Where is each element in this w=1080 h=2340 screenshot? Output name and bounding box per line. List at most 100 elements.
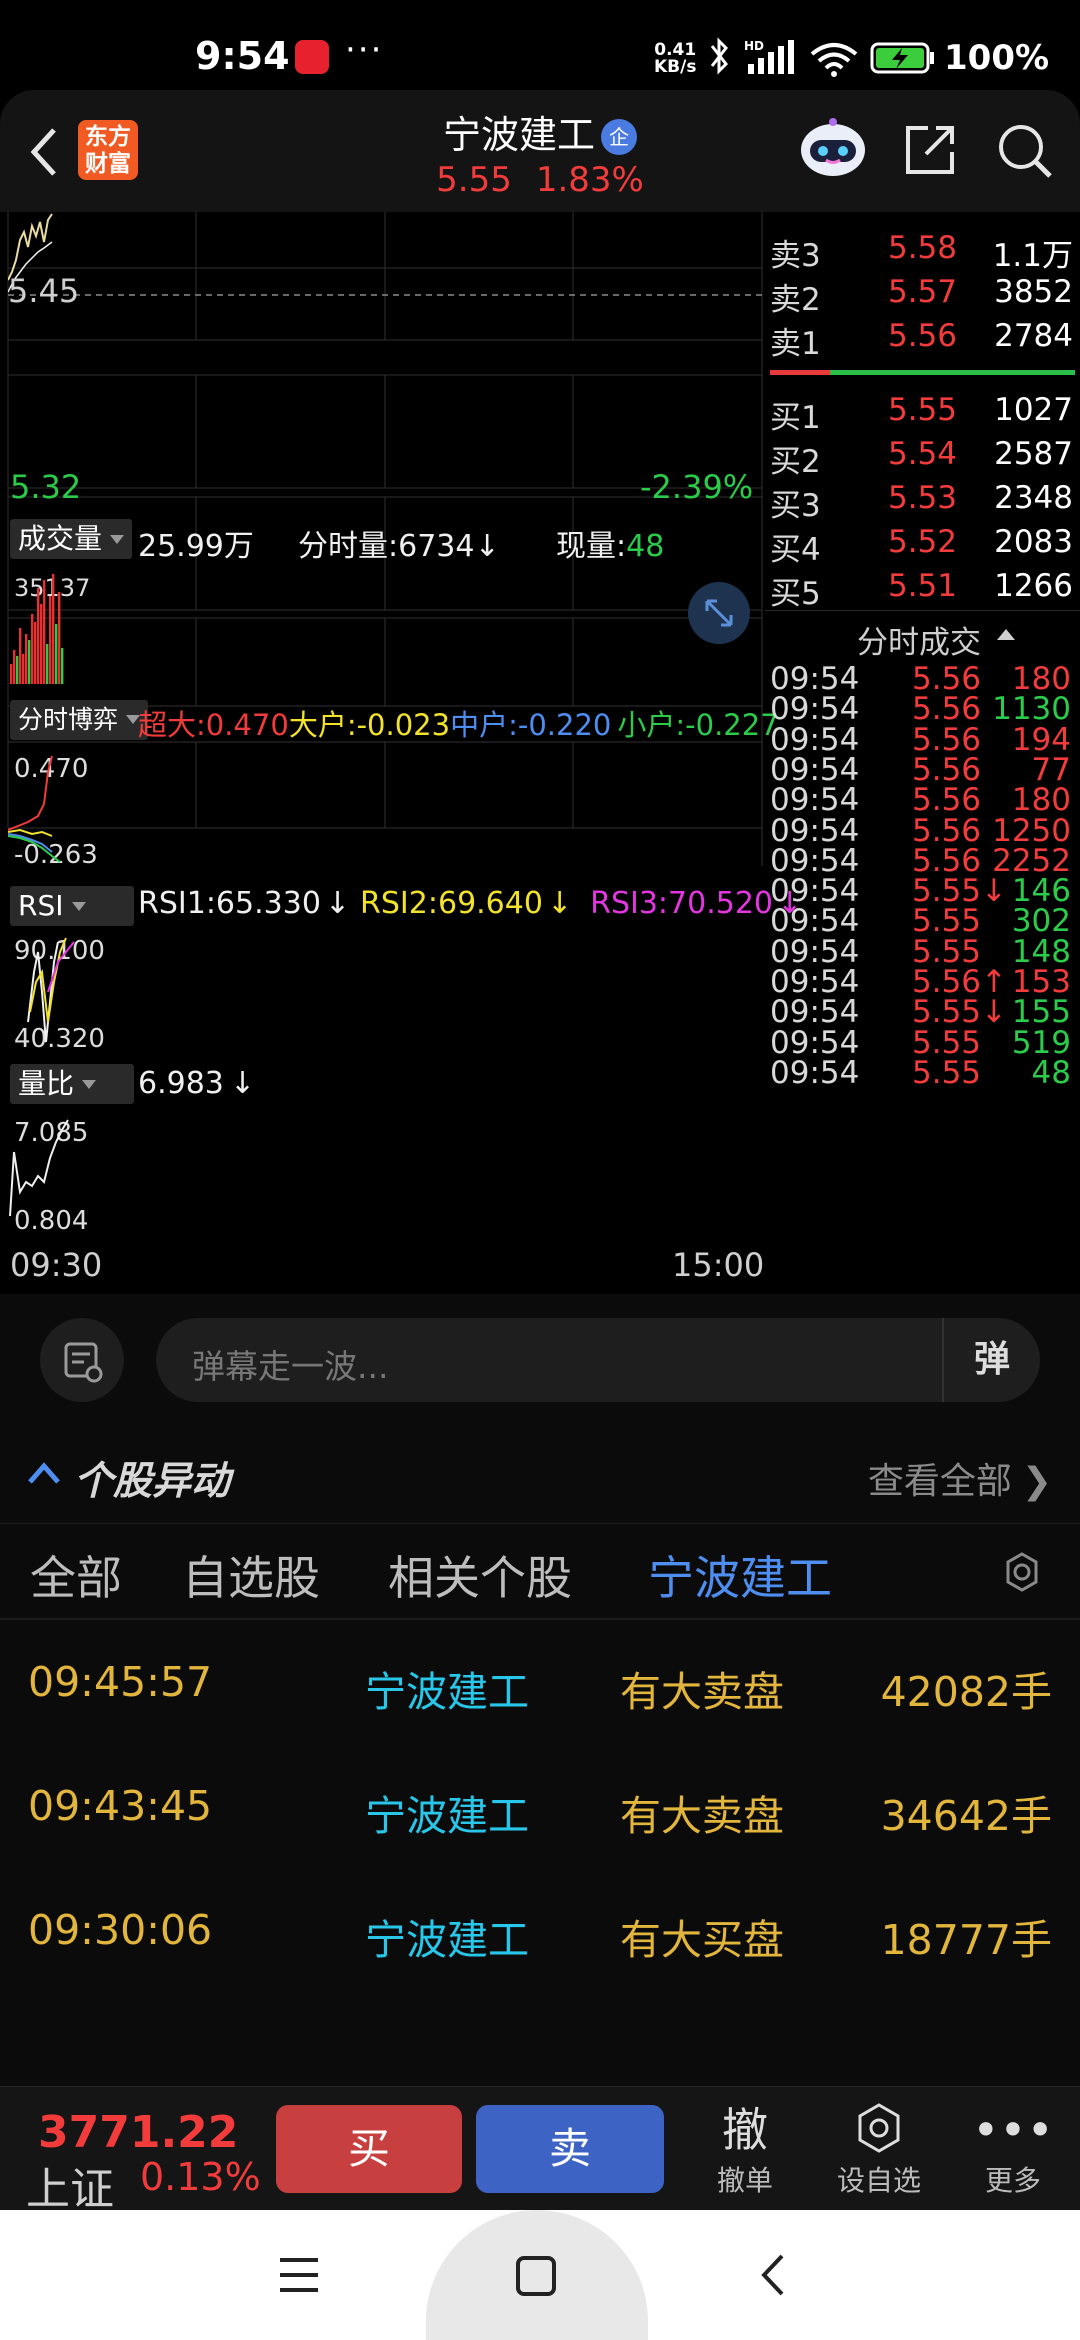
bid-row[interactable]: 买5 5.51 1266 — [770, 568, 1075, 612]
buy-button[interactable]: 买 — [276, 2105, 462, 2193]
danmu-settings-button[interactable] — [40, 1318, 124, 1402]
more-button[interactable]: ••• 更多 — [958, 2101, 1068, 2199]
add-watchlist-button[interactable]: 设自选 — [824, 2101, 934, 2199]
sort-up-icon — [997, 629, 1015, 640]
ask-row[interactable]: 卖2 5.57 3852 — [770, 274, 1075, 318]
danmu-send-button[interactable]: 弹 — [942, 1318, 1040, 1402]
volume-bar — [31, 614, 34, 684]
stock-movers-header: 个股异动 查看全部 ❯ — [0, 1424, 1080, 1524]
volume-bar — [55, 624, 58, 684]
minute-volume: 分时量:6734↓ — [298, 529, 500, 564]
clock: 9:54 — [195, 34, 290, 78]
volume-bar — [16, 656, 19, 684]
price-panel[interactable] — [8, 212, 762, 340]
see-all-link[interactable]: 查看全部 ❯ — [868, 1452, 1052, 1504]
index-value: 3771.22 — [38, 2107, 239, 2158]
cancel-order-button[interactable]: 撤 撤单 — [690, 2101, 800, 2199]
volume-bar — [19, 628, 22, 684]
stock-header: 东方 财富 宁波建工企 5.55 1.83% — [0, 90, 1080, 212]
volume-bar — [46, 644, 49, 684]
mover-row[interactable]: 09:43:45 宁波建工 有大卖盘 34642手 — [0, 1744, 1080, 1868]
volume-indicator-selector[interactable]: 成交量 — [10, 519, 133, 559]
tab-related[interactable]: 相关个股 — [388, 1542, 572, 1608]
enterprise-badge: 企 — [601, 119, 637, 155]
price-axis-mid: 5.45 — [8, 272, 80, 310]
mover-row[interactable]: 09:45:57 宁波建工 有大卖盘 42082手 — [0, 1620, 1080, 1744]
nav-back-icon[interactable] — [756, 2252, 790, 2298]
stock-price: 5.55 — [436, 160, 512, 200]
fund-flow-selector[interactable]: 分时博弈 — [10, 700, 149, 740]
signal-icon: HD — [744, 39, 794, 74]
rsi-values: RSI1:65.330 ↓ RSI2:69.640 ↓ RSI3:70.520 ↓ — [138, 886, 803, 921]
battery-icon — [870, 42, 934, 74]
mover-row[interactable]: 09:30:06 宁波建工 有大买盘 18777手 — [0, 1868, 1080, 1992]
tick-row: 09:54 5.56↑ 153 — [770, 964, 1071, 1000]
tick-row: 09:54 5.56 1250 — [770, 812, 1071, 849]
svg-text:HD: HD — [744, 39, 764, 53]
volume-bar — [61, 648, 64, 684]
danmu-settings-icon — [64, 1342, 103, 1383]
tick-row: 09:54 5.55 302 — [770, 903, 1071, 940]
ask-row[interactable]: 卖3 5.58 1.1万 — [770, 230, 1075, 274]
search-icon[interactable] — [996, 122, 1054, 180]
system-nav-bar — [0, 2210, 1080, 2340]
movers-list: 09:45:57 宁波建工 有大卖盘 42082手 09:43:45 宁波建工 有大卖盘 3… — [0, 1620, 1080, 2086]
volume-bar — [58, 592, 61, 684]
tick-row: 09:54 5.55↓ 155 — [770, 994, 1071, 1031]
chevron-down-icon — [110, 535, 125, 544]
more-icon: ••• — [972, 2103, 1054, 2157]
tick-row: 09:54 5.55 519 — [770, 1024, 1071, 1061]
bid-row[interactable]: 买2 5.54 2587 — [770, 436, 1075, 480]
net-speed: 0.41 KB/s — [654, 40, 697, 77]
volume-bar — [34, 622, 37, 684]
stock-change-pct: 1.83% — [535, 160, 644, 200]
bid-row[interactable]: 买1 5.55 1027 — [770, 392, 1075, 436]
bid-row[interactable]: 买4 5.52 2083 — [770, 524, 1075, 568]
recents-menu-icon[interactable] — [278, 2256, 320, 2294]
cancel-icon: 撤 — [722, 2103, 768, 2157]
tab-watchlist[interactable]: 自选股 — [182, 1542, 320, 1608]
volume-bar — [25, 634, 28, 684]
price-line — [8, 213, 762, 296]
time-axis-end: 15:00 — [672, 1246, 765, 1284]
ticks-header[interactable]: 分时成交 — [765, 610, 1080, 661]
tick-row: 09:54 5.56 1130 — [770, 691, 1071, 728]
notification-app-icon — [295, 40, 329, 74]
tab-current-stock[interactable]: 宁波建工 — [648, 1542, 832, 1608]
fund-flow-values: 超大:0.470大户:-0.023中户:-0.220 小户:-0.227 — [138, 708, 779, 742]
rsi-selector[interactable]: RSI — [10, 886, 134, 926]
rsi-lines — [27, 937, 75, 1043]
bid-row[interactable]: 买3 5.53 2348 — [770, 480, 1075, 524]
volume-ratio-selector[interactable]: 量比 — [10, 1064, 134, 1104]
stock-movers-title: 个股异动 — [74, 1459, 231, 1504]
volume-bar — [13, 650, 16, 684]
trade-bar: 3771.22 上证 0.13% 买 卖 撤 撤单 设自选 ••• 更多 — [0, 2086, 1080, 2215]
tick-row: 09:54 5.56 2252 — [770, 842, 1071, 879]
price-axis-low-pct: -2.39% — [640, 468, 754, 506]
bluetooth-icon — [710, 37, 728, 75]
tick-row: 09:54 5.55↓ 146 — [770, 873, 1071, 910]
index-name: 上证 — [26, 2164, 114, 2215]
volume-bar — [52, 574, 55, 684]
share-icon[interactable] — [902, 122, 958, 178]
assistant-robot-icon[interactable] — [798, 116, 868, 180]
expand-chart-button[interactable] — [688, 582, 750, 644]
sell-button[interactable]: 卖 — [476, 2105, 664, 2193]
danmu-bar: 弹幕走一波... 弹 — [0, 1294, 1080, 1424]
volume-bars — [10, 574, 64, 684]
tab-all[interactable]: 全部 — [30, 1542, 122, 1608]
gear-icon[interactable] — [1000, 1550, 1044, 1594]
volume-total: 25.99万 — [138, 529, 254, 564]
tick-row: 09:54 5.56 77 — [770, 751, 1071, 788]
home-button[interactable] — [426, 2210, 648, 2340]
movers-tabs: 全部 自选股 相关个股 宁波建工 — [0, 1524, 1080, 1620]
home-icon — [516, 2256, 556, 2296]
volume-bar — [49, 596, 52, 684]
volume-bar — [37, 588, 40, 684]
ask-row[interactable]: 卖1 5.56 2784 — [770, 318, 1075, 362]
volume-ratio-line — [9, 1119, 69, 1217]
danmu-input[interactable]: 弹幕走一波... 弹 — [156, 1318, 1040, 1402]
chevron-up-icon[interactable] — [26, 1458, 62, 1488]
more-notifications: ··· — [345, 30, 384, 70]
bid-ask-ratio-bar — [770, 370, 1075, 375]
